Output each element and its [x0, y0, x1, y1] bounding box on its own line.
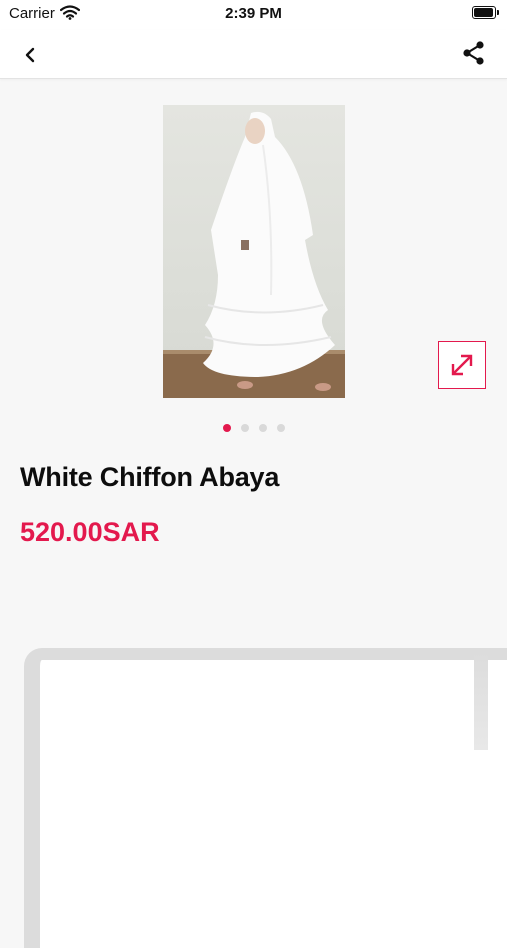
status-bar: Carrier 2:39 PM [0, 0, 507, 30]
image-pager [0, 419, 507, 432]
status-time: 2:39 PM [225, 5, 282, 22]
share-button[interactable] [459, 38, 489, 68]
back-button[interactable] [14, 40, 44, 70]
product-price: 520.00SAR [20, 517, 160, 547]
battery-icon [472, 6, 499, 19]
expand-image-button[interactable] [438, 341, 486, 389]
product-image[interactable] [163, 105, 345, 398]
details-panel-edge [474, 650, 488, 750]
product-title: White Chiffon Abaya [20, 462, 280, 492]
pager-dot-1[interactable] [222, 424, 231, 432]
pager-dot-3[interactable] [258, 424, 267, 432]
chevron-left-icon [25, 47, 35, 63]
expand-icon [451, 354, 473, 376]
pager-dot-2[interactable] [240, 424, 249, 432]
details-panel [24, 648, 507, 948]
nav-bar [0, 30, 507, 79]
share-icon [463, 41, 484, 65]
pager-dot-4[interactable] [276, 424, 285, 432]
